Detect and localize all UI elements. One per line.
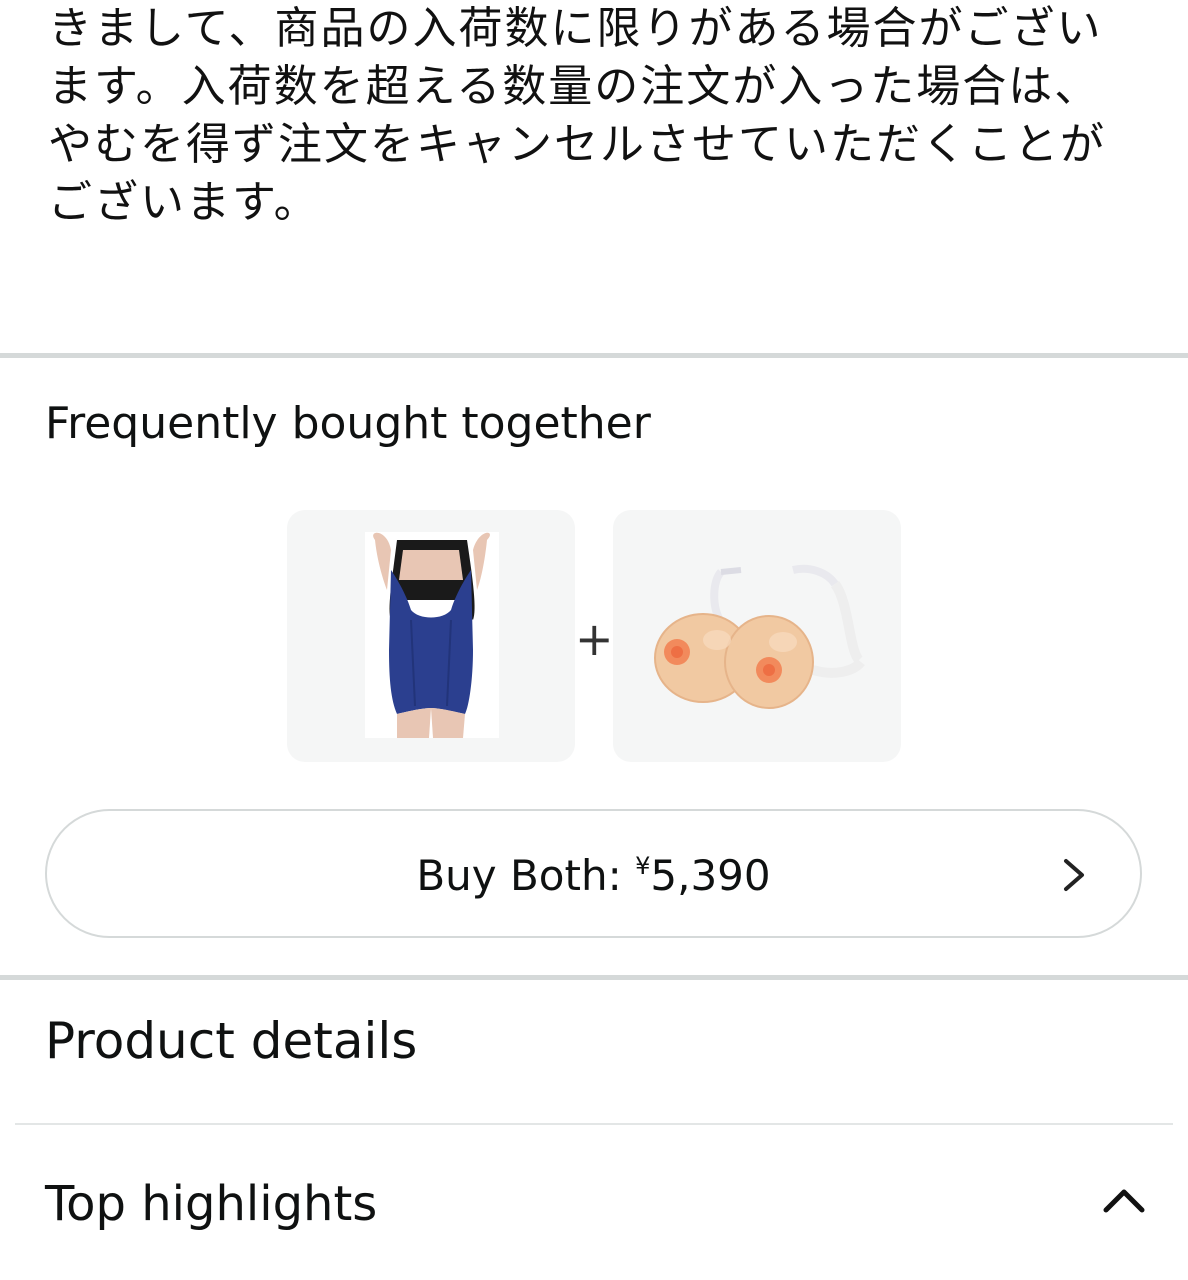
plus-sign: + (575, 612, 614, 666)
frequently-bought-title: Frequently bought together (45, 398, 651, 449)
buy-both-price: 5,390 (650, 851, 771, 900)
buy-both-prefix: Buy Both: (416, 851, 636, 900)
product-tile-swimsuit[interactable] (287, 510, 575, 762)
stock-notice: きまして、商品の入荷数に限りがある場合がござい ます。入荷数を超える数量の注文が… (48, 0, 1148, 232)
notice-line: ます。入荷数を超える数量の注文が入った場合は、 (48, 61, 1101, 112)
currency-symbol: ¥ (635, 852, 651, 880)
notice-line: ございます。 (48, 177, 320, 228)
notice-line: きまして、商品の入荷数に限りがある場合がござい (48, 3, 1103, 54)
chevron-up-icon (1103, 1189, 1145, 1213)
buy-both-button[interactable]: Buy Both: ¥5,390 (45, 809, 1142, 938)
section-divider (0, 975, 1188, 980)
section-divider (0, 353, 1188, 358)
top-highlights-toggle[interactable]: Top highlights (0, 1140, 1188, 1270)
buy-both-label: Buy Both: ¥5,390 (47, 851, 1140, 900)
product-details-title: Product details (45, 1012, 418, 1070)
top-highlights-title: Top highlights (45, 1176, 378, 1232)
row-divider (15, 1123, 1173, 1125)
notice-line: やむを得ず注文をキャンセルさせていただくことが (48, 119, 1106, 170)
breast-form-product-image (654, 564, 865, 709)
product-tile-breast-form[interactable] (613, 510, 901, 762)
chevron-right-icon (1064, 859, 1084, 891)
swimsuit-product-image (365, 532, 499, 738)
